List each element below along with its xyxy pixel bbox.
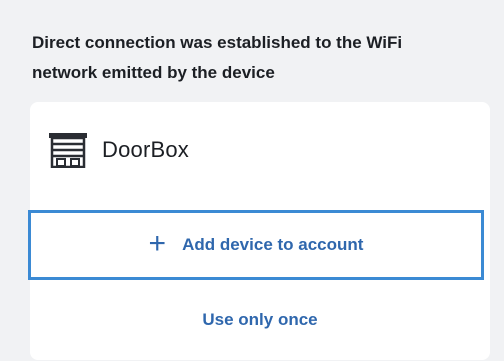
device-row: DoorBox (48, 130, 189, 170)
connection-message-line-2: network emitted by the device (32, 63, 275, 82)
device-card: DoorBox + Add device to account Use only… (28, 102, 490, 360)
add-device-button[interactable]: + Add device to account (28, 210, 484, 280)
connection-message: Direct connection was established to the… (32, 28, 482, 88)
garage-door-icon (49, 133, 87, 168)
device-name: DoorBox (102, 137, 189, 162)
plus-icon: + (148, 227, 167, 260)
use-once-button[interactable]: Use only once (30, 310, 490, 330)
add-device-label: Add device to account (182, 235, 364, 254)
connection-message-line-1: Direct connection was established to the… (32, 33, 403, 52)
